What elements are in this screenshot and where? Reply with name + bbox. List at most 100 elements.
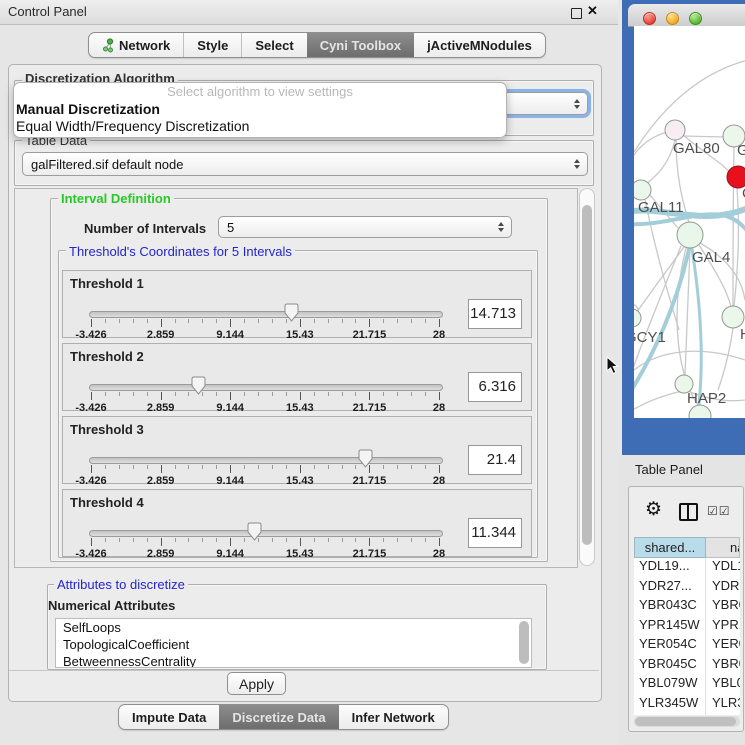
table-cell-name[interactable]: YBL079W	[706, 675, 740, 695]
horizontal-scrollbar-thumb[interactable]	[635, 717, 736, 726]
table-cell-name[interactable]: YPR145W	[706, 617, 740, 637]
tab-jactivemnodules[interactable]: jActiveMNodules	[414, 33, 545, 57]
tick-mark	[119, 319, 120, 323]
tick-mark	[411, 465, 412, 469]
tick-label: 15.43	[286, 548, 314, 560]
attribute-item-topologicalcoefficient[interactable]: TopologicalCoefficient	[56, 636, 531, 653]
select-columns-checkbox-icons[interactable]: ☑☑	[707, 504, 731, 518]
node-label-ga: GA	[737, 142, 745, 159]
table-row-yer054c[interactable]: YER054CYER054C	[634, 636, 740, 656]
column-layout-icon[interactable]	[679, 503, 698, 521]
table-cell-shared-name[interactable]: YDL19...	[634, 558, 706, 578]
horizontal-scrollbar[interactable]	[634, 716, 740, 727]
slider-thumb[interactable]	[191, 376, 206, 395]
table-row-ydl19[interactable]: YDL19...YDL19...	[634, 558, 740, 578]
table-cell-shared-name[interactable]: YDR27...	[634, 578, 706, 598]
slider-thumb[interactable]	[284, 303, 299, 322]
tick-mark	[175, 392, 176, 396]
traffic-light-zoom-button[interactable]	[689, 12, 702, 25]
column-header-name[interactable]: na...	[706, 537, 740, 558]
tab-network[interactable]: Network	[89, 33, 183, 57]
tick-label: 9.144	[216, 329, 244, 341]
table-cell-name[interactable]: YLR345W	[706, 695, 740, 715]
table-row-ybl079w[interactable]: YBL079WYBL079W	[634, 675, 740, 695]
network-node-gcy1[interactable]	[634, 309, 641, 327]
network-canvas[interactable]: GAL80GACGAL11GAL4GCY1HHAP2	[634, 26, 745, 418]
table-cell-shared-name[interactable]: YLR345W	[634, 695, 706, 715]
tick-mark	[342, 538, 343, 542]
threshold-value-field[interactable]: 11.344	[468, 518, 522, 548]
tick-label: -3.426	[75, 475, 106, 487]
tick-mark	[300, 319, 301, 327]
table-row-yil052c[interactable]: YIL052CYIL052C	[634, 714, 740, 715]
network-node-gal80[interactable]	[665, 120, 685, 140]
tab-label: jActiveMNodules	[427, 38, 532, 53]
tick-mark	[147, 319, 148, 323]
tick-mark	[369, 319, 370, 327]
tab-style[interactable]: Style	[183, 33, 241, 57]
table-cell-shared-name[interactable]: YBR045C	[634, 656, 706, 676]
attributes-list[interactable]: SelfLoopsTopologicalCoefficientBetweenne…	[55, 618, 532, 668]
traffic-light-minimize-button[interactable]	[666, 12, 679, 25]
network-tab-icon	[102, 38, 114, 53]
bottom-tab-infer-network[interactable]: Infer Network	[339, 705, 448, 729]
slider-track[interactable]	[89, 311, 443, 318]
table-cell-name[interactable]: YDL19...	[706, 558, 740, 578]
tick-label: 2.859	[147, 475, 175, 487]
table-cell-name[interactable]: YDR27...	[706, 578, 740, 598]
list-scrollbar-thumb[interactable]	[519, 621, 529, 664]
tick-mark	[383, 392, 384, 396]
number-of-intervals-combobox[interactable]: 5	[218, 216, 512, 238]
table-data-combobox[interactable]: galFiltered.sif default node	[22, 152, 588, 176]
table-row-ylr345w[interactable]: YLR345WYLR345W	[634, 695, 740, 715]
traffic-light-close-button[interactable]	[643, 12, 656, 25]
table-row-ybr043c[interactable]: YBR043CYBR043C	[634, 597, 740, 617]
tick-mark	[147, 538, 148, 542]
table-cell-shared-name[interactable]: YER054C	[634, 636, 706, 656]
control-panel-window: Control Panel ✕ NetworkStyleSelectCyni T…	[0, 0, 618, 745]
attribute-item-selfloops[interactable]: SelfLoops	[56, 619, 531, 636]
bottom-tab-impute-data[interactable]: Impute Data	[119, 705, 219, 729]
table-cell-name[interactable]: YBR043C	[706, 597, 740, 617]
table-row-ybr045c[interactable]: YBR045CYBR045C	[634, 656, 740, 676]
slider-thumb[interactable]	[247, 522, 262, 541]
attribute-item-betweennesscentrality[interactable]: BetweennessCentrality	[56, 653, 531, 668]
vertical-scrollbar-thumb[interactable]	[582, 205, 592, 545]
table-cell-shared-name[interactable]: YPR145W	[634, 617, 706, 637]
slider-track[interactable]	[89, 457, 443, 464]
network-node-gal11[interactable]	[634, 180, 651, 200]
threshold-value-field[interactable]: 14.713	[468, 299, 522, 329]
table-cell-name[interactable]: YIL052C	[706, 714, 740, 715]
bottom-tab-bar: Impute DataDiscretize DataInfer Network	[118, 704, 449, 730]
tick-mark	[411, 319, 412, 323]
table-cell-name[interactable]: YBR045C	[706, 656, 740, 676]
float-window-button[interactable]	[571, 8, 582, 19]
dropdown-option-manual-discretization[interactable]: Manual Discretization	[14, 101, 506, 118]
tick-label: -3.426	[75, 329, 106, 341]
slider-track[interactable]	[89, 530, 443, 537]
table-cell-shared-name[interactable]: YIL052C	[634, 714, 706, 715]
table-cell-shared-name[interactable]: YBR043C	[634, 597, 706, 617]
slider-track[interactable]	[89, 384, 443, 391]
network-node-node-right-mid[interactable]	[722, 306, 744, 328]
close-window-icon[interactable]: ✕	[587, 3, 598, 19]
threshold-value-field[interactable]: 6.316	[468, 372, 522, 402]
slider-thumb[interactable]	[358, 449, 373, 468]
table-cell-shared-name[interactable]: YBL079W	[634, 675, 706, 695]
dropdown-option-equal-width-frequency-discretization[interactable]: Equal Width/Frequency Discretization	[14, 118, 506, 135]
tab-select[interactable]: Select	[241, 33, 306, 57]
settings-gear-icon[interactable]: ⚙	[645, 498, 662, 521]
threshold-value-field[interactable]: 21.4	[468, 445, 522, 475]
table-row-ydr27[interactable]: YDR27...YDR27...	[634, 578, 740, 598]
tick-label: 21.715	[353, 402, 387, 414]
node-label-gcy1: GCY1	[634, 329, 666, 346]
interval-vertical-scrollbar[interactable]	[579, 188, 595, 566]
apply-button[interactable]: Apply	[227, 672, 286, 695]
threshold-label: Threshold 3	[70, 422, 144, 437]
table-row-ypr145w[interactable]: YPR145WYPR145W	[634, 617, 740, 637]
table-cell-name[interactable]: YER054C	[706, 636, 740, 656]
bottom-tab-discretize-data[interactable]: Discretize Data	[219, 705, 338, 729]
tab-cyni-toolbox[interactable]: Cyni Toolbox	[307, 33, 414, 57]
network-node-gal4[interactable]	[677, 222, 703, 248]
column-header-shared-name[interactable]: shared...	[634, 537, 706, 558]
